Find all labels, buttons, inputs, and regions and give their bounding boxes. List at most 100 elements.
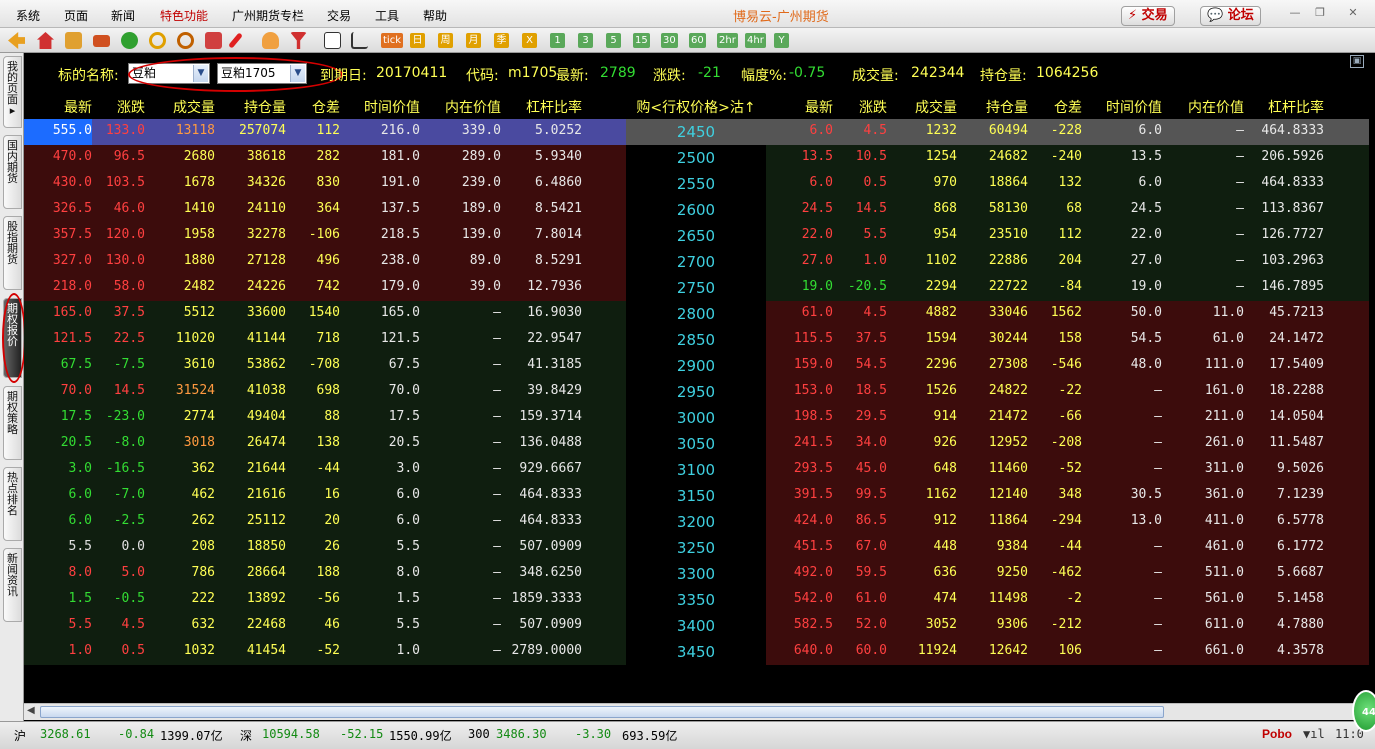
menu-page[interactable]: 页面	[64, 7, 88, 24]
monitor-icon[interactable]	[93, 35, 110, 47]
table-row[interactable]: 8.0 5.0 786 28664 188 8.0 — 348.6250 492.0 59.5 63…	[24, 561, 1375, 587]
sidebar-tab-domestic-futures[interactable]: 国内期货	[3, 135, 22, 209]
table-row[interactable]: 6.0 -7.0 462 21616 16 6.0 — 464.8333 391.5 99.5 11…	[24, 483, 1375, 509]
table-row[interactable]: 17.5 -23.0 2774 49404 88 17.5 — 159.3714 198.5 29…	[24, 405, 1375, 431]
header-call-volume[interactable]: 成交量	[145, 97, 215, 117]
menu-help[interactable]: 帮助	[423, 7, 447, 24]
floating-assistant-badge[interactable]: 44	[1352, 690, 1375, 732]
period-season-button[interactable]: 季	[494, 33, 509, 48]
menu-tools[interactable]: 工具	[375, 7, 399, 24]
menu-system[interactable]: 系统	[16, 7, 40, 24]
call-oi-change-cell: 20	[324, 513, 340, 528]
period-3m-button[interactable]: 3	[578, 33, 593, 48]
call-last-cell: 357.5	[52, 227, 92, 242]
refresh-icon[interactable]	[121, 32, 138, 49]
table-icon[interactable]	[324, 32, 341, 49]
header-call-change[interactable]: 涨跌	[92, 97, 145, 117]
sidebar-tab-index-futures[interactable]: 股指期货	[3, 216, 22, 290]
period-week-button[interactable]: 周	[438, 33, 453, 48]
period-60m-button[interactable]: 60	[689, 33, 706, 48]
hand-icon[interactable]	[262, 32, 279, 49]
zoom-in-icon[interactable]	[149, 32, 166, 49]
zoom-out-icon[interactable]	[177, 32, 194, 49]
put-time-value-cell: —	[1154, 409, 1162, 424]
speech-bubble-icon: 💬	[1207, 8, 1228, 23]
horizontal-scrollbar[interactable]: ◀	[24, 703, 1375, 720]
header-call-leverage[interactable]: 杠杆比率	[501, 97, 582, 117]
dock-toggle-icon[interactable]: ▣	[1350, 55, 1364, 68]
scroll-left-icon[interactable]: ◀	[27, 705, 35, 716]
header-put-time-value[interactable]: 时间价值	[1082, 97, 1162, 117]
chart-icon[interactable]	[351, 32, 368, 49]
period-x-button[interactable]: X	[522, 33, 537, 48]
header-call-oi-change[interactable]: 仓差	[286, 97, 340, 117]
table-row[interactable]: 20.5 -8.0 3018 26474 138 20.5 — 136.0488 241.5 34…	[24, 431, 1375, 457]
table-row[interactable]: 430.0 103.5 1678 34326 830 191.0 239.0 6.4860 6.…	[24, 171, 1375, 197]
table-row[interactable]: 555.0 133.0 13118 257074 112 216.0 339.0 5.0252…	[24, 119, 1375, 145]
book-icon[interactable]	[65, 32, 82, 49]
menu-features[interactable]: 特色功能	[160, 7, 208, 24]
call-oi-change-cell: -56	[316, 591, 340, 606]
back-arrow-icon[interactable]	[8, 32, 25, 49]
header-put-last[interactable]: 最新	[766, 97, 833, 117]
header-call-last[interactable]: 最新	[24, 97, 92, 117]
filter-icon[interactable]	[290, 32, 307, 49]
tick-button[interactable]: tick	[381, 33, 403, 48]
forum-button[interactable]: 💬 论坛	[1200, 6, 1261, 26]
table-row[interactable]: 3.0 -16.5 362 21644 -44 3.0 — 929.6667 293.5 45.0…	[24, 457, 1375, 483]
home-icon[interactable]	[37, 32, 54, 49]
period-5m-button[interactable]: 5	[606, 33, 621, 48]
close-button[interactable]: ✕	[1342, 5, 1364, 21]
restore-button[interactable]: ❐	[1309, 5, 1331, 21]
table-row[interactable]: 165.0 37.5 5512 33600 1540 165.0 — 16.9030 61.0 4…	[24, 301, 1375, 327]
header-call-time-value[interactable]: 时间价值	[340, 97, 420, 117]
sidebar-tab-option-strategy[interactable]: 期权策略	[3, 386, 22, 460]
table-row[interactable]: 218.0 58.0 2482 24226 742 179.0 39.0 12.7936 19.…	[24, 275, 1375, 301]
period-month-button[interactable]: 月	[466, 33, 481, 48]
menu-news[interactable]: 新闻	[111, 7, 135, 24]
window-icon[interactable]	[205, 32, 222, 49]
put-intrinsic-value-cell: 611.0	[1204, 617, 1244, 632]
header-put-oi-change[interactable]: 仓差	[1028, 97, 1082, 117]
table-row[interactable]: 5.5 0.0 208 18850 26 5.5 — 507.0909 451.5 67.0 448…	[24, 535, 1375, 561]
table-row[interactable]: 326.5 46.0 1410 24110 364 137.5 189.0 8.5421 24.…	[24, 197, 1375, 223]
sidebar-tab-my-page[interactable]: 我的页面 ▸	[3, 56, 22, 128]
call-last-cell: 8.0	[68, 565, 92, 580]
header-put-change[interactable]: 涨跌	[833, 97, 887, 117]
call-last-cell: 327.0	[52, 253, 92, 268]
period-day-button[interactable]: 日	[410, 33, 425, 48]
trade-button[interactable]: ⚡ 交易	[1121, 6, 1175, 26]
sidebar-tab-hot-ranking[interactable]: 热点排名	[3, 467, 22, 541]
pencil-icon[interactable]	[228, 32, 243, 49]
minimize-button[interactable]: —	[1284, 5, 1306, 21]
table-row[interactable]: 357.5 120.0 1958 32278 -106 218.5 139.0 7.8014 2…	[24, 223, 1375, 249]
table-row[interactable]: 1.0 0.5 1032 41454 -52 1.0 — 2789.0000 640.0 60.0…	[24, 639, 1375, 665]
period-30m-button[interactable]: 30	[661, 33, 678, 48]
period-4hr-button[interactable]: 4hr	[745, 33, 766, 48]
menu-gz-column[interactable]: 广州期货专栏	[232, 7, 304, 24]
call-time-value-cell: 8.0	[396, 565, 420, 580]
header-call-intrinsic-value[interactable]: 内在价值	[420, 97, 501, 117]
header-call-open-interest[interactable]: 持仓量	[215, 97, 286, 117]
table-row[interactable]: 70.0 14.5 31524 41038 698 70.0 — 39.8429 153.0 18…	[24, 379, 1375, 405]
header-strike[interactable]: 购<行权价格>沽↑	[629, 97, 763, 117]
table-row[interactable]: 67.5 -7.5 3610 53862 -708 67.5 — 41.3185 159.0 54…	[24, 353, 1375, 379]
period-1m-button[interactable]: 1	[550, 33, 565, 48]
table-row[interactable]: 121.5 22.5 11020 41144 718 121.5 — 22.9547 115.5…	[24, 327, 1375, 353]
sidebar-tab-news[interactable]: 新闻资讯	[3, 548, 22, 622]
table-row[interactable]: 1.5 -0.5 222 13892 -56 1.5 — 1859.3333 542.0 61.0…	[24, 587, 1375, 613]
table-row[interactable]: 327.0 130.0 1880 27128 496 238.0 89.0 8.5291 27.…	[24, 249, 1375, 275]
table-row[interactable]: 470.0 96.5 2680 38618 282 181.0 289.0 5.9340 13.…	[24, 145, 1375, 171]
period-2hr-button[interactable]: 2hr	[717, 33, 738, 48]
header-put-open-interest[interactable]: 持仓量	[957, 97, 1028, 117]
period-y-button[interactable]: Y	[774, 33, 789, 48]
scrollbar-thumb[interactable]	[40, 706, 1164, 718]
table-row[interactable]: 6.0 -2.5 262 25112 20 6.0 — 464.8333 424.0 86.5 91…	[24, 509, 1375, 535]
call-intrinsic-value-cell: 139.0	[461, 227, 501, 242]
menu-trade[interactable]: 交易	[327, 7, 351, 24]
period-15m-button[interactable]: 15	[633, 33, 650, 48]
header-put-intrinsic-value[interactable]: 内在价值	[1162, 97, 1244, 117]
table-row[interactable]: 5.5 4.5 632 22468 46 5.5 — 507.0909 582.5 52.0 305…	[24, 613, 1375, 639]
header-put-volume[interactable]: 成交量	[887, 97, 957, 117]
header-put-leverage[interactable]: 杠杆比率	[1244, 97, 1324, 117]
